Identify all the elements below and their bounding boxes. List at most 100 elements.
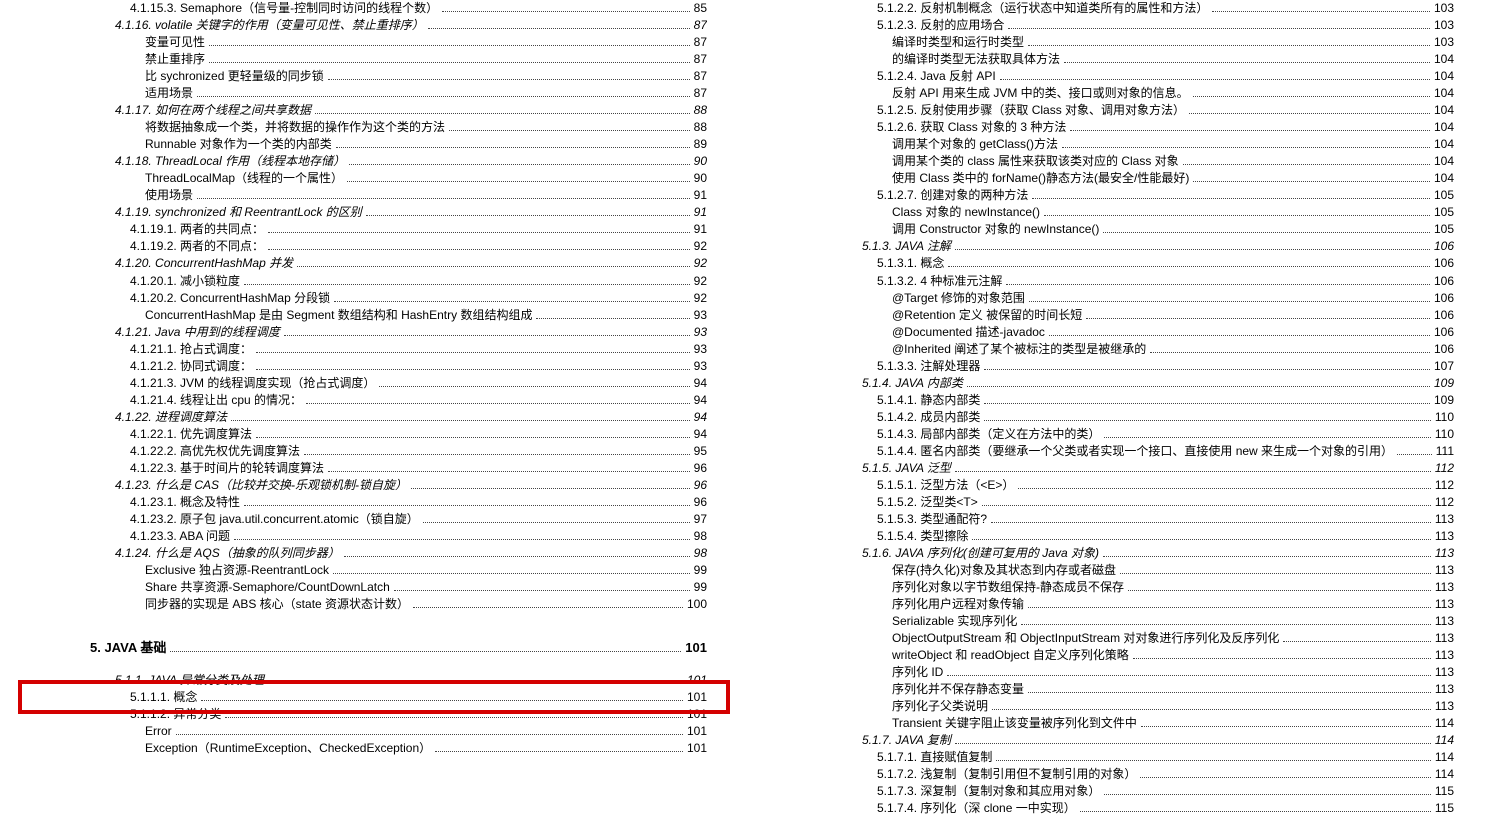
toc-entry-right-41[interactable]: 序列化子父类说明113 (767, 698, 1454, 715)
toc-entry-right-14[interactable]: 5.1.3. JAVA 注解106 (767, 238, 1454, 255)
toc-entry-right-5[interactable]: 反射 API 用来生成 JVM 中的类、接口或则对象的信息。104 (767, 85, 1454, 102)
toc-entry-left-4[interactable]: 比 sychronized 更轻量级的同步锁87 (20, 68, 707, 85)
toc-entry-right-1[interactable]: 5.1.2.3. 反射的应用场合103 (767, 17, 1454, 34)
toc-entry-left-3[interactable]: 禁止重排序87 (20, 51, 707, 68)
toc-entry-left-6[interactable]: 4.1.17. 如何在两个线程之间共享数据88 (20, 102, 707, 119)
toc-entry-left-after-1[interactable]: 5.1.1.1. 概念101 (20, 689, 707, 706)
toc-entry-right-17[interactable]: @Target 修饰的对象范围106 (767, 290, 1454, 307)
toc-entry-right-20[interactable]: @Inherited 阐述了某个被标注的类型是被继承的106 (767, 341, 1454, 358)
toc-entry-left-15[interactable]: 4.1.20. ConcurrentHashMap 并发92 (20, 255, 707, 272)
toc-entry-right-28[interactable]: 5.1.5.1. 泛型方法（<E>）112 (767, 477, 1454, 494)
toc-label: 4.1.23. 什么是 CAS（比较并交换-乐观锁机制-锁自旋） (115, 477, 407, 494)
toc-entry-right-40[interactable]: 序列化并不保存静态变量113 (767, 681, 1454, 698)
toc-entry-right-15[interactable]: 5.1.3.1. 概念106 (767, 255, 1454, 272)
toc-entry-right-24[interactable]: 5.1.4.2. 成员内部类110 (767, 409, 1454, 426)
toc-entry-left-28[interactable]: 4.1.23. 什么是 CAS（比较并交换-乐观锁机制-锁自旋）96 (20, 477, 707, 494)
toc-entry-left-24[interactable]: 4.1.22. 进程调度算法94 (20, 409, 707, 426)
toc-entry-right-45[interactable]: 5.1.7.2. 浅复制（复制引用但不复制引用的对象）114 (767, 766, 1454, 783)
toc-entry-left-10[interactable]: ThreadLocalMap（线程的一个属性）90 (20, 170, 707, 187)
toc-entry-left-after-4[interactable]: Exception（RuntimeException、CheckedExcept… (20, 740, 707, 757)
page-number: 113 (1435, 545, 1454, 562)
toc-entry-right-21[interactable]: 5.1.3.3. 注解处理器107 (767, 358, 1454, 375)
toc-entry-right-8[interactable]: 调用某个对象的 getClass()方法104 (767, 136, 1454, 153)
toc-entry-right-37[interactable]: ObjectOutputStream 和 ObjectInputStream 对… (767, 630, 1454, 647)
toc-entry-left-34[interactable]: Share 共享资源-Semaphore/CountDownLatch99 (20, 579, 707, 596)
toc-entry-left-25[interactable]: 4.1.22.1. 优先调度算法94 (20, 426, 707, 443)
toc-entry-right-3[interactable]: 的编译时类型无法获取具体方法104 (767, 51, 1454, 68)
toc-entry-left-26[interactable]: 4.1.22.2. 高优先权优先调度算法95 (20, 443, 707, 460)
toc-entry-right-29[interactable]: 5.1.5.2. 泛型类<T>112 (767, 494, 1454, 511)
toc-entry-left-23[interactable]: 4.1.21.4. 线程让出 cpu 的情况：94 (20, 392, 707, 409)
page-number: 104 (1434, 51, 1454, 68)
toc-entry-left-32[interactable]: 4.1.24. 什么是 AQS（抽象的队列同步器）98 (20, 545, 707, 562)
toc-entry-left-12[interactable]: 4.1.19. synchronized 和 ReentrantLock 的区别… (20, 204, 707, 221)
toc-entry-left-29[interactable]: 4.1.23.1. 概念及特性96 (20, 494, 707, 511)
toc-entry-right-16[interactable]: 5.1.3.2. 4 种标准元注解106 (767, 273, 1454, 290)
toc-entry-right-39[interactable]: 序列化 ID113 (767, 664, 1454, 681)
toc-entry-right-36[interactable]: Serializable 实现序列化113 (767, 613, 1454, 630)
toc-entry-left-17[interactable]: 4.1.20.2. ConcurrentHashMap 分段锁92 (20, 290, 707, 307)
leader-dots (423, 522, 690, 523)
chapter-heading[interactable]: 5. JAVA 基础101 (20, 639, 707, 657)
toc-entry-right-6[interactable]: 5.1.2.5. 反射使用步骤（获取 Class 对象、调用对象方法）104 (767, 102, 1454, 119)
toc-entry-right-42[interactable]: Transient 关键字阻止该变量被序列化到文件中114 (767, 715, 1454, 732)
toc-entry-left-16[interactable]: 4.1.20.1. 减小锁粒度92 (20, 273, 707, 290)
toc-entry-right-9[interactable]: 调用某个类的 class 属性来获取该类对应的 Class 对象104 (767, 153, 1454, 170)
page-number: 113 (1435, 562, 1454, 579)
toc-entry-left-20[interactable]: 4.1.21.1. 抢占式调度：93 (20, 341, 707, 358)
toc-entry-left-22[interactable]: 4.1.21.3. JVM 的线程调度实现（抢占式调度）94 (20, 375, 707, 392)
toc-entry-left-5[interactable]: 适用场景87 (20, 85, 707, 102)
toc-entry-right-18[interactable]: @Retention 定义 被保留的时间长短106 (767, 307, 1454, 324)
toc-entry-left-0[interactable]: 4.1.15.3. Semaphore（信号量-控制同时访问的线程个数）85 (20, 0, 707, 17)
leader-dots (209, 62, 690, 63)
toc-entry-right-32[interactable]: 5.1.6. JAVA 序列化(创建可复用的 Java 对象)113 (767, 545, 1454, 562)
toc-entry-left-21[interactable]: 4.1.21.2. 协同式调度：93 (20, 358, 707, 375)
toc-entry-right-0[interactable]: 5.1.2.2. 反射机制概念（运行状态中知道类所有的属性和方法）103 (767, 0, 1454, 17)
toc-entry-right-23[interactable]: 5.1.4.1. 静态内部类109 (767, 392, 1454, 409)
toc-entry-left-1[interactable]: 4.1.16. volatile 关键字的作用（变量可见性、禁止重排序）87 (20, 17, 707, 34)
toc-entry-right-2[interactable]: 编译时类型和运行时类型103 (767, 34, 1454, 51)
toc-entry-right-19[interactable]: @Documented 描述-javadoc106 (767, 324, 1454, 341)
toc-entry-right-35[interactable]: 序列化用户远程对象传输113 (767, 596, 1454, 613)
toc-entry-left-11[interactable]: 使用场景91 (20, 187, 707, 204)
toc-entry-right-12[interactable]: Class 对象的 newInstance()105 (767, 204, 1454, 221)
toc-entry-right-34[interactable]: 序列化对象以字节数组保持-静态成员不保存113 (767, 579, 1454, 596)
toc-entry-right-27[interactable]: 5.1.5. JAVA 泛型112 (767, 460, 1454, 477)
toc-entry-right-13[interactable]: 调用 Constructor 对象的 newInstance()105 (767, 221, 1454, 238)
toc-label: 编译时类型和运行时类型 (892, 34, 1024, 51)
toc-entry-left-14[interactable]: 4.1.19.2. 两者的不同点：92 (20, 238, 707, 255)
page-number: 92 (694, 238, 707, 255)
toc-entry-left-19[interactable]: 4.1.21. Java 中用到的线程调度93 (20, 324, 707, 341)
toc-entry-left-9[interactable]: 4.1.18. ThreadLocal 作用（线程本地存储）90 (20, 153, 707, 170)
toc-entry-right-11[interactable]: 5.1.2.7. 创建对象的两种方法105 (767, 187, 1454, 204)
toc-label: @Retention 定义 被保留的时间长短 (892, 307, 1082, 324)
toc-entry-left-8[interactable]: Runnable 对象作为一个类的内部类89 (20, 136, 707, 153)
toc-entry-left-after-2[interactable]: 5.1.1.2. 异常分类101 (20, 706, 707, 723)
toc-entry-right-47[interactable]: 5.1.7.4. 序列化（深 clone 一中实现）115 (767, 800, 1454, 817)
toc-entry-left-after-3[interactable]: Error101 (20, 723, 707, 740)
toc-entry-right-4[interactable]: 5.1.2.4. Java 反射 API104 (767, 68, 1454, 85)
toc-entry-left-35[interactable]: 同步器的实现是 ABS 核心（state 资源状态计数）100 (20, 596, 707, 613)
toc-entry-left-7[interactable]: 将数据抽象成一个类，并将数据的操作作为这个类的方法88 (20, 119, 707, 136)
toc-entry-left-31[interactable]: 4.1.23.3. ABA 问题98 (20, 528, 707, 545)
toc-entry-right-46[interactable]: 5.1.7.3. 深复制（复制对象和其应用对象）115 (767, 783, 1454, 800)
toc-entry-right-31[interactable]: 5.1.5.4. 类型擦除113 (767, 528, 1454, 545)
toc-entry-left-after-0[interactable]: 5.1.1. JAVA 异常分类及处理101 (20, 672, 707, 689)
toc-entry-right-25[interactable]: 5.1.4.3. 局部内部类（定义在方法中的类）110 (767, 426, 1454, 443)
toc-entry-right-30[interactable]: 5.1.5.3. 类型通配符?113 (767, 511, 1454, 528)
toc-entry-right-43[interactable]: 5.1.7. JAVA 复制114 (767, 732, 1454, 749)
toc-entry-right-33[interactable]: 保存(持久化)对象及其状态到内存或者磁盘113 (767, 562, 1454, 579)
toc-entry-left-18[interactable]: ConcurrentHashMap 是由 Segment 数组结构和 HashE… (20, 307, 707, 324)
toc-entry-left-30[interactable]: 4.1.23.2. 原子包 java.util.concurrent.atomi… (20, 511, 707, 528)
page-number: 109 (1434, 392, 1454, 409)
toc-entry-right-44[interactable]: 5.1.7.1. 直接赋值复制114 (767, 749, 1454, 766)
toc-entry-right-26[interactable]: 5.1.4.4. 匿名内部类（要继承一个父类或者实现一个接口、直接使用 new … (767, 443, 1454, 460)
toc-entry-left-33[interactable]: Exclusive 独占资源-ReentrantLock99 (20, 562, 707, 579)
toc-entry-left-2[interactable]: 变量可见性87 (20, 34, 707, 51)
toc-entry-left-13[interactable]: 4.1.19.1. 两者的共同点：91 (20, 221, 707, 238)
toc-entry-right-10[interactable]: 使用 Class 类中的 forName()静态方法(最安全/性能最好)104 (767, 170, 1454, 187)
toc-entry-left-27[interactable]: 4.1.22.3. 基于时间片的轮转调度算法96 (20, 460, 707, 477)
toc-entry-right-7[interactable]: 5.1.2.6. 获取 Class 对象的 3 种方法104 (767, 119, 1454, 136)
toc-entry-right-38[interactable]: writeObject 和 readObject 自定义序列化策略113 (767, 647, 1454, 664)
toc-entry-right-22[interactable]: 5.1.4. JAVA 内部类109 (767, 375, 1454, 392)
